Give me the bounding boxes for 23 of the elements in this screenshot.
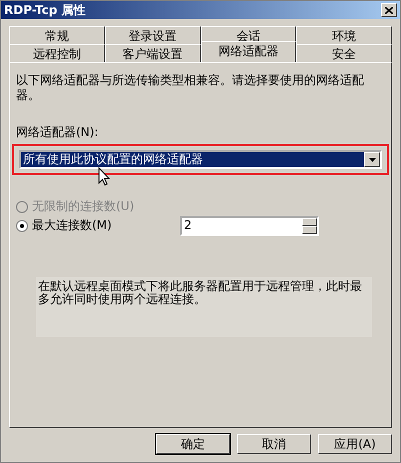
radio-button[interactable] xyxy=(16,220,28,232)
tab[interactable]: 常规 xyxy=(9,26,105,44)
description-text: 以下网络适配器与所选传输类型相兼容。请选择要使用的网络适配器。 xyxy=(16,73,365,103)
dialog-button[interactable]: 应用(A) xyxy=(318,434,392,454)
radio-label: 无限制的连接数(U) xyxy=(32,199,134,214)
close-button[interactable] xyxy=(381,3,397,17)
tab[interactable]: 客户端设置 xyxy=(104,44,200,62)
tab[interactable]: 远程控制 xyxy=(9,44,105,62)
field-label: 网络适配器(N): xyxy=(16,125,100,140)
tab[interactable]: 网络适配器 xyxy=(200,41,296,62)
dialog-button[interactable]: 确定 xyxy=(156,434,230,454)
number-spinner[interactable]: 2 xyxy=(180,216,319,236)
tab[interactable]: 环境 xyxy=(296,26,392,44)
close-icon xyxy=(385,6,393,14)
adapter-dropdown[interactable]: 所有使用此协议配置的网络适配器 xyxy=(19,150,382,169)
tab[interactable]: 登录设置 xyxy=(104,26,200,44)
dialog-button[interactable]: 取消 xyxy=(237,434,311,454)
cursor-icon xyxy=(98,167,110,186)
tab[interactable]: 安全 xyxy=(296,44,392,62)
radio-label: 最大连接数(M) xyxy=(32,218,112,233)
window-title: RDP-Tcp 属性 xyxy=(4,2,86,18)
caret-icon xyxy=(368,158,376,162)
note-text: 在默认远程桌面模式下将此服务器配置用于远程管理，此时最多允许同时使用两个远程连接。 xyxy=(36,277,372,337)
